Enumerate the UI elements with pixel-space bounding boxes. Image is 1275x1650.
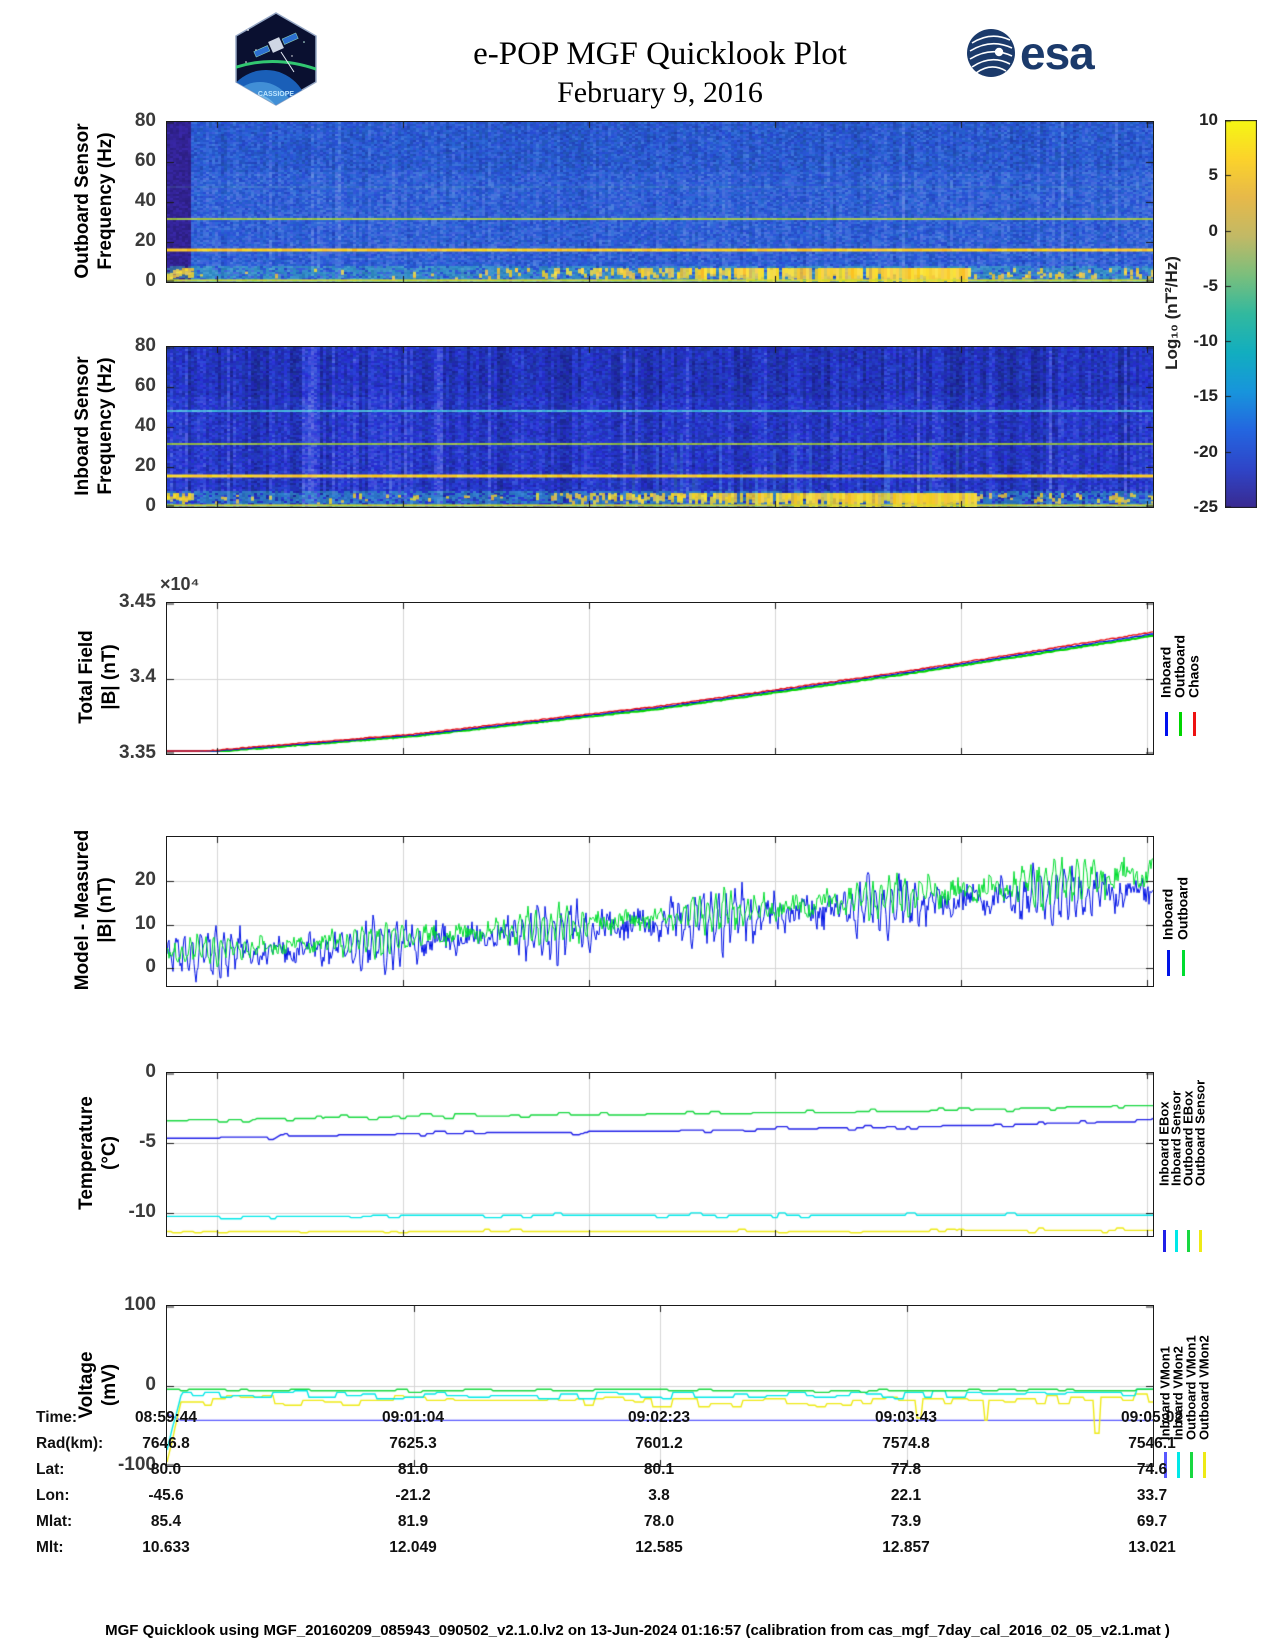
model-measured-plot-canvas [166, 836, 1154, 987]
lon-col-2: -21.2 [395, 1487, 431, 1504]
temperature-plot-canvas [166, 1072, 1154, 1237]
legend-swatch-tf-outboard [1179, 712, 1182, 736]
mlt-col-3: 12.585 [635, 1539, 683, 1556]
lon-col-3: 3.8 [648, 1487, 670, 1504]
lat-col-4: 77.8 [890, 1461, 922, 1478]
model-measured-ytick-20: 20 [134, 869, 156, 890]
total-field-ytick-345: 3.45 [119, 591, 156, 612]
temperature-ytick-0: 0 [145, 1061, 156, 1082]
mlat-col-4: 73.9 [890, 1513, 922, 1530]
lat-col-3: 80.1 [643, 1461, 675, 1478]
total-field-ytick-34: 3.4 [129, 666, 156, 687]
inboard-spec-ylabel-line1: Inboard Sensor [72, 356, 93, 496]
time-col-3: 09:02:23 [627, 1409, 691, 1426]
total-field-plot-canvas [166, 602, 1154, 755]
voltage-ylabel-line1: Voltage [76, 1351, 97, 1419]
lon-col-4: 22.1 [890, 1487, 922, 1504]
lat-col-2: 81.0 [397, 1461, 429, 1478]
total-field-ylabel-line1: Total Field [76, 630, 97, 724]
page-date: February 9, 2016 [557, 76, 763, 109]
legend-swatch-temp-inboard-ebox [1163, 1230, 1166, 1252]
outboard-spectrogram-canvas [166, 121, 1154, 283]
legend-label-temp-outboard-sensor: Outboard Sensor [1192, 1079, 1208, 1186]
legend-swatch-temp-outboard-sensor [1199, 1230, 1202, 1252]
model-measured-ytick-0: 0 [145, 956, 156, 977]
legend-label-tf-chaos: Chaos [1185, 655, 1202, 698]
outboard-ytick-20: 20 [134, 230, 156, 251]
time-col-5: 09:05:02 [1120, 1409, 1184, 1426]
temperature-ytick--5: -5 [139, 1131, 156, 1152]
table-row-label-mlt: Mlt: [36, 1539, 64, 1556]
time-col-1: 08:59:44 [134, 1409, 198, 1426]
voltage-ytick-0: 0 [145, 1374, 156, 1395]
mlat-col-3: 78.0 [643, 1513, 675, 1530]
colorbar-tick--20: -20 [1193, 442, 1218, 461]
colorbar-tick--10: -10 [1193, 331, 1218, 350]
outboard-ytick-60: 60 [134, 150, 156, 171]
colorbar [1225, 120, 1257, 508]
esa-wordmark: esa [1020, 27, 1095, 79]
legend-label-mm-inboard: Inboard [1159, 888, 1176, 940]
mlt-col-1: 10.633 [142, 1539, 190, 1556]
rad-col-5: 7546.1 [1128, 1435, 1176, 1452]
temperature-ylabel-line1: Temperature [76, 1096, 97, 1210]
total-field-exponent: ×10⁴ [160, 574, 200, 594]
model-measured-ytick-10: 10 [134, 913, 156, 934]
lon-col-5: 33.7 [1136, 1487, 1168, 1504]
time-col-4: 09:03:43 [874, 1409, 938, 1426]
colorbar-tick-10: 10 [1199, 110, 1218, 129]
inboard-ytick-80: 80 [134, 335, 156, 356]
table-row-label-lon: Lon: [36, 1487, 70, 1504]
table-row-label-mlat: Mlat: [36, 1513, 73, 1530]
legend-swatch-tf-chaos [1193, 712, 1196, 736]
outboard-ytick-80: 80 [134, 110, 156, 131]
esa-logo: esa [966, 27, 1095, 79]
mlat-col-5: 69.7 [1136, 1513, 1168, 1530]
colorbar-tick--15: -15 [1193, 386, 1218, 405]
legend-swatch-mm-inboard [1167, 950, 1170, 976]
legend-swatch-temp-inboard-sensor [1175, 1230, 1178, 1252]
inboard-ytick-40: 40 [134, 415, 156, 436]
esa-globe-icon [967, 29, 1015, 77]
footer-provenance-text: MGF Quicklook using MGF_20160209_085943_… [105, 1622, 1170, 1639]
colorbar-tick--5: -5 [1202, 276, 1218, 295]
rad-col-3: 7601.2 [635, 1435, 683, 1452]
colorbar-tick-0: 0 [1208, 221, 1218, 240]
inboard-ytick-20: 20 [134, 455, 156, 476]
legend-swatch-mm-outboard [1182, 950, 1185, 976]
rad-col-2: 7625.3 [389, 1435, 437, 1452]
rad-col-4: 7574.8 [882, 1435, 930, 1452]
lat-col-1: 80.0 [150, 1461, 182, 1478]
mlat-col-2: 81.9 [397, 1513, 429, 1530]
legend-label-mm-outboard: Outboard [1174, 877, 1191, 940]
model-measured-ylabel-line1: Model - Measured [72, 829, 93, 991]
quicklook-page: CASSIOPE e-POP MGF Quicklook Plot Februa… [0, 0, 1275, 1650]
rad-col-1: 7646.8 [142, 1435, 190, 1452]
table-row-label-rad: Rad(km): [36, 1435, 104, 1452]
colorbar-axis-label: Log₁₀ (nT²/Hz) [1162, 256, 1181, 370]
inboard-ytick-60: 60 [134, 375, 156, 396]
table-row-label-time: Time: [36, 1409, 78, 1426]
lat-col-5: 74.6 [1136, 1461, 1168, 1478]
legend-swatch-temp-outboard-ebox [1187, 1230, 1190, 1252]
lon-col-1: -45.6 [148, 1487, 184, 1504]
time-col-2: 09:01:04 [381, 1409, 445, 1426]
colorbar-tick-5: 5 [1208, 165, 1218, 184]
mlt-col-5: 13.021 [1128, 1539, 1176, 1556]
legend-swatch-tf-inboard [1165, 712, 1168, 736]
mlt-col-2: 12.049 [389, 1539, 437, 1556]
mlat-col-1: 85.4 [150, 1513, 182, 1530]
inboard-spectrogram-canvas [166, 346, 1154, 508]
voltage-ytick-100: 100 [124, 1294, 156, 1315]
table-row-label-lat: Lat: [36, 1461, 65, 1478]
colorbar-tick--25: -25 [1193, 497, 1218, 516]
outboard-ytick-40: 40 [134, 190, 156, 211]
mlt-col-4: 12.857 [882, 1539, 930, 1556]
